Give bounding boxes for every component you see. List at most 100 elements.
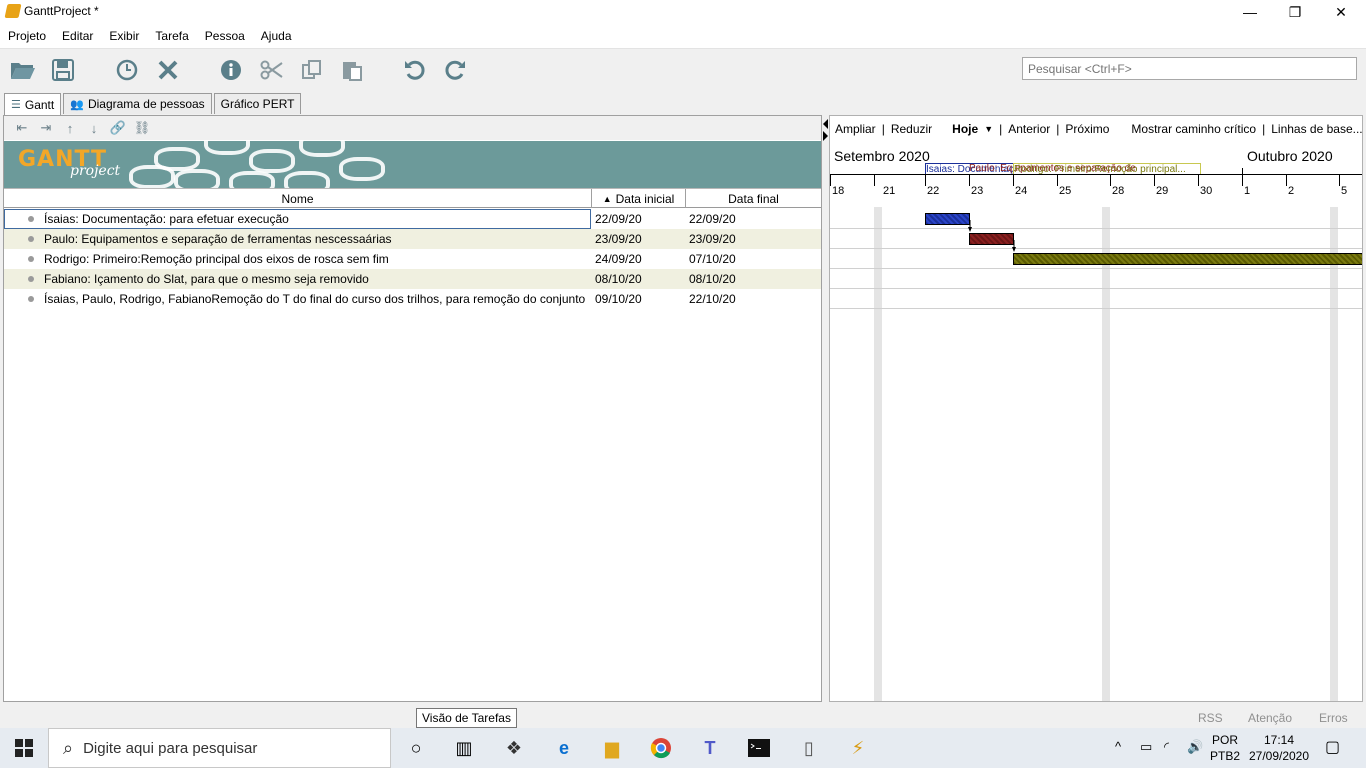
taskbar-search[interactable]: ⌕ Digite aqui para pesquisar — [48, 728, 391, 768]
search-input[interactable] — [1022, 57, 1357, 80]
system-clock[interactable]: 17:14 27/09/2020 — [1244, 732, 1314, 764]
ganttproject-app-icon — [4, 4, 22, 18]
menu-bar: Projeto Editar Exibir Tarefa Pessoa Ajud… — [0, 24, 1366, 48]
chrome-icon[interactable] — [649, 736, 673, 760]
dependency-arrows — [968, 220, 1016, 252]
menu-tarefa[interactable]: Tarefa — [155, 29, 188, 43]
table-row[interactable]: Ísaias: Documentação: para efetuar execu… — [4, 209, 821, 229]
windows-start-icon[interactable] — [0, 728, 48, 768]
tooltip: Visão de Tarefas — [416, 708, 517, 728]
clock-time: 17:14 — [1263, 733, 1295, 747]
edge-icon[interactable]: e — [552, 736, 576, 760]
table-row[interactable]: Fabiano: Içamento do Slat, para que o me… — [4, 269, 821, 289]
task-end: 23/09/20 — [689, 232, 736, 246]
language-indicator[interactable]: POR PTB2 — [1210, 732, 1240, 764]
window-title: GanttProject * — [24, 4, 99, 18]
col-end-header[interactable]: Data final — [686, 189, 821, 208]
menu-pessoa[interactable]: Pessoa — [205, 29, 245, 43]
task-name: Rodrigo: Primeiro:Remoção principal dos … — [44, 252, 389, 266]
indent-icon[interactable]: ⇥ — [34, 120, 58, 136]
ganttproject-taskbar-icon[interactable]: ⚡ — [846, 736, 870, 760]
task-name: Ísaias: Documentação: para efetuar execu… — [44, 212, 289, 226]
table-row[interactable]: Rodrigo: Primeiro:Remoção principal dos … — [4, 249, 821, 269]
errors-link[interactable]: Erros — [1319, 711, 1348, 725]
task-name: Paulo: Equipamentos e separação de ferra… — [44, 232, 392, 246]
task-bullet-icon — [28, 236, 34, 242]
tab-gantt-label: Gantt — [24, 97, 55, 112]
clock-icon[interactable] — [113, 57, 141, 83]
table-row[interactable]: Paulo: Equipamentos e separação de ferra… — [4, 229, 821, 249]
task-bullet-icon — [28, 216, 34, 222]
tab-gantt[interactable]: ☰ Gantt — [4, 93, 62, 115]
weekend-column — [1330, 207, 1338, 701]
menu-editar[interactable]: Editar — [62, 29, 93, 43]
project-logo: project — [70, 163, 121, 179]
status-bar: RSS Atenção Erros — [0, 704, 1366, 728]
attention-link[interactable]: Atenção — [1248, 711, 1292, 725]
teams-icon[interactable]: T — [698, 736, 722, 760]
battery-icon[interactable]: ▭ — [1140, 739, 1152, 755]
file-icon[interactable]: ▯ — [797, 736, 821, 760]
close-button[interactable]: ✕ — [1318, 0, 1364, 24]
tab-resources[interactable]: 👥 Diagrama de pessoas — [63, 93, 212, 114]
col-start-header[interactable]: ▲ Data inicial — [592, 189, 686, 208]
search-icon: ⌕ — [63, 737, 74, 758]
weekend-column — [1102, 207, 1110, 701]
tab-pert[interactable]: Gráfico PERT — [213, 93, 302, 114]
task-bullet-icon — [28, 296, 34, 302]
clock-date: 27/09/2020 — [1248, 749, 1310, 763]
task-end: 07/10/20 — [689, 252, 736, 266]
menu-exibir[interactable]: Exibir — [109, 29, 139, 43]
taskbar-search-placeholder: Digite aqui para pesquisar — [83, 739, 258, 757]
menu-projeto[interactable]: Projeto — [8, 29, 46, 43]
task-start: 23/09/20 — [595, 232, 642, 246]
task-bullet-icon — [28, 256, 34, 262]
task-start: 09/10/20 — [595, 292, 642, 306]
panel-splitter[interactable] — [822, 115, 829, 702]
task-view-icon[interactable]: ▥ — [452, 736, 476, 760]
save-icon[interactable] — [49, 57, 77, 83]
unlink-icon[interactable]: ⛓ — [130, 120, 154, 136]
menu-ajuda[interactable]: Ajuda — [261, 29, 292, 43]
wifi-icon[interactable]: ◜ — [1164, 739, 1169, 755]
notification-icon[interactable]: ▢ — [1325, 737, 1340, 757]
task-table-panel: ⇤ ⇥ ↑ ↓ 🔗 ⛓ GANTT project Nome ▲ Data in… — [3, 115, 822, 702]
task-toolbar: ⇤ ⇥ ↑ ↓ 🔗 ⛓ — [4, 116, 821, 140]
volume-icon[interactable]: 🔊 — [1187, 739, 1203, 755]
minimize-button[interactable]: — — [1227, 0, 1273, 24]
task-start: 24/09/20 — [595, 252, 642, 266]
undo-icon[interactable] — [401, 57, 429, 83]
rss-link[interactable]: RSS — [1198, 711, 1223, 725]
info-icon[interactable] — [217, 57, 245, 83]
move-down-icon[interactable]: ↓ — [82, 121, 106, 136]
people-icon: 👥 — [70, 98, 84, 111]
open-folder-icon[interactable] — [9, 57, 37, 83]
table-header: Nome ▲ Data inicial Data final — [4, 188, 821, 208]
task-bullet-icon — [28, 276, 34, 282]
table-row[interactable]: Ísaias, Paulo, Rodrigo, FabianoRemoção d… — [4, 289, 821, 309]
sort-asc-icon: ▲ — [602, 193, 612, 204]
file-explorer-icon[interactable]: ▆ — [600, 736, 624, 760]
tab-resources-label: Diagrama de pessoas — [87, 97, 205, 111]
outdent-icon[interactable]: ⇤ — [10, 120, 34, 136]
copy-icon[interactable] — [298, 57, 326, 83]
task-name: Ísaias, Paulo, Rodrigo, FabianoRemoção d… — [44, 292, 586, 306]
title-bar: GanttProject * — ❐ ✕ — [0, 0, 1366, 24]
col-name-header[interactable]: Nome — [4, 189, 592, 208]
delete-icon[interactable] — [154, 57, 182, 83]
weekend-column — [874, 207, 882, 701]
dropbox-icon[interactable]: ❖ — [502, 736, 526, 760]
cortana-icon[interactable]: ○ — [404, 736, 428, 760]
terminal-icon[interactable] — [747, 736, 771, 760]
gantt-icon: ☰ — [11, 99, 21, 111]
view-tabs: ☰ Gantt 👥 Diagrama de pessoas Gráfico PE… — [4, 93, 303, 115]
paste-icon[interactable] — [338, 57, 366, 83]
restore-button[interactable]: ❐ — [1272, 0, 1318, 24]
tray-chevron-icon[interactable]: ^ — [1115, 739, 1121, 754]
move-up-icon[interactable]: ↑ — [58, 121, 82, 136]
task-start: 08/10/20 — [595, 272, 642, 286]
cut-icon[interactable] — [258, 57, 286, 83]
task-start: 22/09/20 — [595, 212, 642, 226]
redo-icon[interactable] — [441, 57, 469, 83]
link-icon[interactable]: 🔗 — [106, 120, 130, 136]
